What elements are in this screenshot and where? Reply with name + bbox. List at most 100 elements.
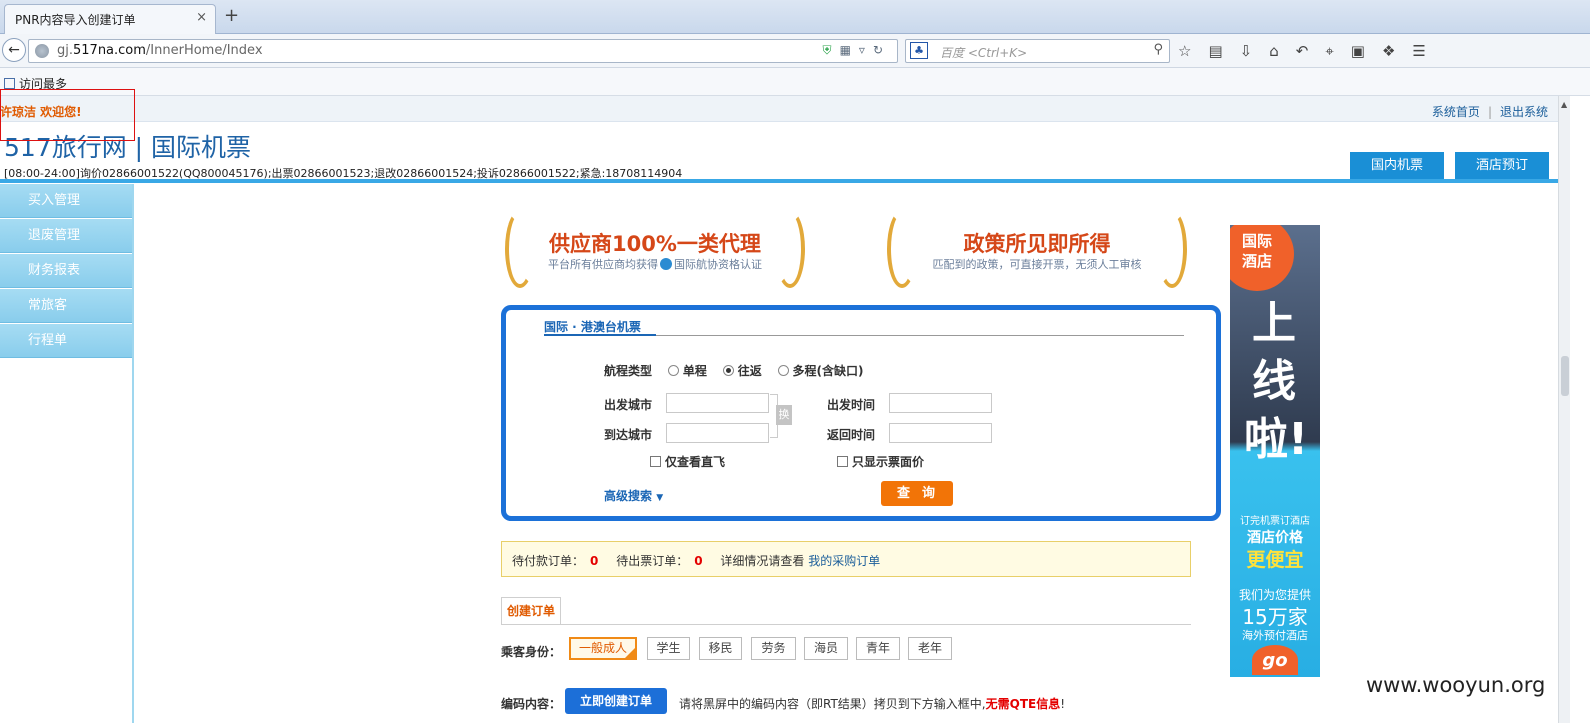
direct-only-checkbox[interactable] — [650, 456, 661, 467]
home-icon[interactable]: ⌂ — [1269, 42, 1296, 60]
passenger-type-youth[interactable]: 青年 — [856, 637, 900, 660]
browser-tab-bar: PNR内容导入创建订单 × + — [0, 0, 1590, 34]
passenger-type-labor[interactable]: 劳务 — [751, 637, 796, 660]
menu-icon[interactable]: ☰ — [1412, 42, 1442, 60]
hotel-ad-banner[interactable]: 国际 酒店 上线啦! 订完机票订酒店 酒店价格 更便宜 我们为您提供 15万家 … — [1230, 225, 1320, 677]
code-content-label: 编码内容： — [501, 697, 562, 711]
reader-icon[interactable]: ▤ — [1208, 42, 1239, 60]
qr-code-icon[interactable]: ▦ — [840, 43, 859, 57]
passenger-type-immigrant[interactable]: 移民 — [699, 637, 742, 660]
face-price-option[interactable]: 只显示票面价 — [837, 453, 924, 470]
shield-icon[interactable]: ⛨ — [823, 43, 840, 57]
watermark: www.wooyun.org — [1366, 673, 1546, 697]
url-path: /InnerHome/Index — [145, 43, 263, 58]
chevron-down-icon: ▼ — [656, 493, 664, 503]
promo-sub-b: 国际航协资格认证 — [674, 258, 762, 271]
passenger-type-label: 乘客身份： — [501, 645, 562, 659]
face-price-checkbox[interactable] — [837, 456, 848, 467]
search-icon[interactable]: ⚲ — [1153, 42, 1163, 57]
promo-agent: 供应商100%一类代理 平台所有供应商均获得 国际航协资格认证 — [505, 210, 805, 292]
address-bar-icons: ⛨▦▿↻ — [823, 43, 891, 58]
depart-city-input[interactable] — [666, 393, 769, 413]
download-icon[interactable]: ⇩ — [1240, 42, 1270, 60]
site-header: 517旅行网 | 国际机票 [08:00-24:00]询价02866001522… — [0, 122, 1558, 180]
ad-badge-text: 国际 酒店 — [1241, 232, 1272, 270]
scroll-up-icon[interactable]: ▲ — [1561, 100, 1567, 109]
scroll-thumb[interactable] — [1561, 356, 1569, 396]
hint-text: 请将黑屏中的编码内容（即RT结果）拷贝到下方输入框中, — [679, 697, 986, 711]
depart-city-label: 出发城市 — [604, 398, 653, 412]
promo-policy: 政策所见即所得 匹配到的政策，可直接开票，无须人工审核 — [887, 210, 1187, 292]
ad-line-1: 订完机票订酒店 — [1240, 516, 1310, 527]
one-way-radio[interactable] — [667, 365, 679, 376]
tab-underline — [544, 334, 656, 336]
iata-badge-icon — [660, 258, 672, 270]
browser-toolbar: ☆▤⇩⌂↶⌖▣❖☰ — [1178, 42, 1443, 60]
home-link[interactable]: 系统首页 — [1432, 105, 1480, 119]
pending-pay-label: 待付款订单： — [512, 554, 585, 568]
bookmarks-bar: 访问最多 — [0, 68, 1590, 96]
arrive-city-input[interactable] — [666, 423, 769, 443]
sidebar-item-purchase[interactable]: 买入管理 — [0, 184, 132, 218]
advanced-search-link[interactable]: 高级搜索 ▼ — [604, 487, 663, 504]
arrive-city-label: 到达城市 — [604, 428, 653, 442]
promo-sub-a: 平台所有供应商均获得 — [548, 258, 658, 271]
sidebar-item-frequent-travelers[interactable]: 常旅客 — [0, 289, 132, 323]
trip-type-label: 航程类型 — [604, 364, 653, 378]
face-price-label: 只显示票面价 — [852, 455, 925, 469]
new-tab-button[interactable]: + — [224, 5, 239, 26]
tab-hotel-booking[interactable]: 酒店预订 — [1455, 152, 1549, 180]
extension-icon[interactable]: ❖ — [1382, 42, 1412, 60]
hint-end: ! — [1060, 697, 1066, 711]
round-trip-label[interactable]: 往返 — [738, 364, 762, 378]
browser-tab[interactable]: PNR内容导入创建订单 × — [4, 4, 216, 34]
passenger-type-adult[interactable]: 一般成人 — [569, 637, 637, 660]
window-icon[interactable]: ▣ — [1351, 42, 1382, 60]
reload-icon[interactable]: ↻ — [873, 43, 891, 57]
multi-city-radio[interactable] — [777, 365, 789, 376]
sidebar-item-refund[interactable]: 退废管理 — [0, 219, 132, 253]
tab-domestic-flights[interactable]: 国内机票 — [1350, 152, 1444, 180]
direct-only-option[interactable]: 仅查看直飞 — [650, 453, 725, 470]
link-divider: | — [1487, 105, 1492, 119]
top-links: 系统首页 | 退出系统 — [1432, 103, 1548, 120]
ad-headline: 上线啦! — [1244, 298, 1309, 465]
search-input[interactable]: ♣ 百度 <Ctrl+K> ⚲ — [905, 39, 1170, 63]
round-trip-radio[interactable] — [722, 365, 734, 376]
sidebar-item-itinerary[interactable]: 行程单 — [0, 324, 132, 358]
my-orders-link[interactable]: 我的采购订单 — [808, 554, 880, 568]
passenger-type-seaman[interactable]: 海员 — [804, 637, 848, 660]
logout-link[interactable]: 退出系统 — [1500, 105, 1548, 119]
query-button[interactable]: 查询 — [881, 481, 953, 506]
tab-international-flights[interactable]: 国际 · 港澳台机票 — [544, 318, 641, 335]
passenger-type-senior[interactable]: 老年 — [908, 637, 952, 660]
address-bar[interactable]: gj.517na.com/InnerHome/Index ⛨▦▿↻ — [28, 39, 898, 63]
close-icon[interactable]: × — [196, 10, 207, 25]
order-status-bar: 待付款订单： 0 待出票订单： 0 详细情况请查看 我的采购订单 — [501, 541, 1191, 577]
ad-badge: 国际 酒店 — [1230, 225, 1294, 291]
dropdown-icon[interactable]: ▿ — [859, 43, 873, 57]
undo-icon[interactable]: ↶ — [1296, 42, 1326, 60]
sidebar-item-finance[interactable]: 财务报表 — [0, 254, 132, 288]
browser-nav-bar: ← gj.517na.com/InnerHome/Index ⛨▦▿↻ ♣ 百度… — [0, 34, 1590, 68]
ad-go-button[interactable]: go — [1252, 645, 1298, 675]
pending-ticket-count: 0 — [694, 554, 703, 568]
swap-cities-button[interactable]: 换 — [776, 405, 792, 425]
one-way-label[interactable]: 单程 — [683, 364, 707, 378]
return-time-input[interactable] — [889, 423, 992, 443]
ad-line-3: 更便宜 — [1246, 549, 1304, 571]
tab-create-order[interactable]: 创建订单 — [501, 597, 561, 625]
direct-only-label: 仅查看直飞 — [665, 455, 726, 469]
baidu-paw-icon[interactable]: ♣ — [910, 42, 928, 59]
create-order-divider — [501, 624, 1191, 625]
back-arrow-icon[interactable]: ← — [2, 38, 26, 62]
star-icon[interactable]: ☆ — [1178, 42, 1208, 60]
multi-city-label[interactable]: 多程(含缺口) — [793, 364, 864, 378]
sidebar: 买入管理 退废管理 财务报表 常旅客 行程单 — [0, 184, 134, 723]
highlight-frame — [0, 89, 135, 141]
depart-time-input[interactable] — [889, 393, 992, 413]
page-scrollbar[interactable]: ▲ — [1558, 96, 1570, 723]
create-order-button[interactable]: 立即创建订单 — [565, 688, 667, 714]
crop-icon[interactable]: ⌖ — [1325, 42, 1350, 60]
passenger-type-student[interactable]: 学生 — [647, 637, 690, 660]
